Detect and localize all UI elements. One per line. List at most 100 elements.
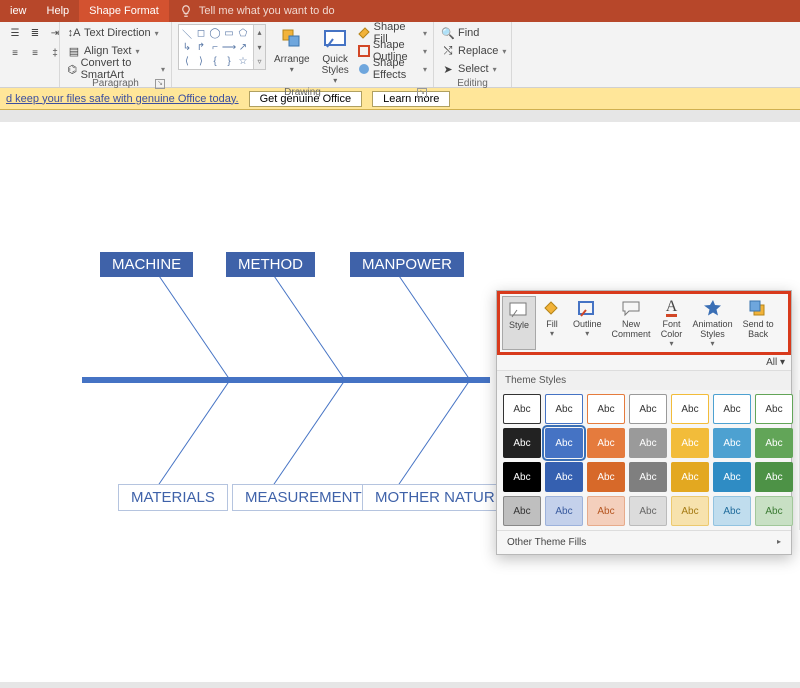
slide[interactable]: MACHINE METHOD MANPOWER MATERIALS MEASUR…	[0, 122, 800, 682]
gallery-scroll[interactable]: ▴▾▿	[253, 25, 265, 69]
theme-swatch[interactable]: Abc	[629, 462, 667, 492]
theme-swatch[interactable]: Abc	[503, 394, 541, 424]
chevron-down-icon: ▾	[155, 29, 159, 38]
dialog-launcher-icon[interactable]: ↘	[417, 88, 427, 98]
theme-swatch[interactable]: Abc	[671, 496, 709, 526]
quick-styles-icon	[322, 26, 348, 52]
theme-swatch[interactable]: Abc	[587, 428, 625, 458]
theme-swatch[interactable]: Abc	[755, 394, 793, 424]
outline-tool[interactable]: Outline▾	[568, 296, 607, 350]
group-paragraph: ↕A Text Direction ▾ ▤ Align Text ▾ ⌬ Con…	[60, 22, 172, 87]
shape-fill-icon	[357, 25, 372, 41]
theme-swatch[interactable]: Abc	[713, 462, 751, 492]
theme-swatch[interactable]: Abc	[503, 496, 541, 526]
align-text-label: Align Text	[84, 45, 132, 57]
bullets-icon[interactable]: ☰	[6, 24, 24, 42]
shape-effects-icon	[357, 61, 371, 77]
lightbulb-icon	[179, 4, 193, 18]
style-tool[interactable]: Style	[502, 296, 536, 350]
replace-button[interactable]: ⤭ Replace▾	[440, 42, 506, 60]
theme-swatch[interactable]: Abc	[713, 428, 751, 458]
theme-swatch[interactable]: Abc	[587, 462, 625, 492]
quick-styles-button[interactable]: Quick Styles ▾	[318, 24, 353, 87]
arrange-icon	[279, 26, 305, 52]
smartart-icon: ⌬	[66, 61, 79, 77]
fill-icon	[541, 298, 563, 318]
search-icon: 🔍	[440, 25, 456, 41]
animation-styles-tool[interactable]: Animation Styles▾	[688, 296, 738, 350]
theme-swatch[interactable]: Abc	[545, 394, 583, 424]
tab-view[interactable]: iew	[0, 0, 37, 22]
all-dropdown[interactable]: All ▾	[497, 355, 791, 371]
label-manpower[interactable]: MANPOWER	[350, 252, 464, 277]
convert-smartart-button[interactable]: ⌬ Convert to SmartArt ▾	[66, 60, 165, 78]
label-mother-nature[interactable]: MOTHER NATURE	[362, 484, 518, 511]
label-method[interactable]: METHOD	[226, 252, 315, 277]
theme-swatch[interactable]: Abc	[629, 428, 667, 458]
other-theme-fills[interactable]: Other Theme Fills▸	[497, 530, 791, 554]
shape-outline-icon	[357, 43, 371, 59]
canvas: MACHINE METHOD MANPOWER MATERIALS MEASUR…	[0, 110, 800, 688]
theme-swatch[interactable]: Abc	[629, 496, 667, 526]
theme-swatch[interactable]: Abc	[671, 394, 709, 424]
dialog-launcher-icon[interactable]: ↘	[155, 79, 165, 89]
theme-swatches: AbcAbcAbcAbcAbcAbcAbcAbcAbcAbcAbcAbcAbcA…	[497, 390, 799, 530]
theme-swatch[interactable]: Abc	[629, 394, 667, 424]
group-label-drawing: Drawing ↘	[178, 87, 427, 100]
theme-swatch[interactable]: Abc	[545, 496, 583, 526]
group-para-icons: ☰ ≣ ⇥ ≡ ≡ ‡	[0, 22, 60, 87]
text-direction-label: Text Direction	[84, 27, 151, 39]
theme-swatch[interactable]: Abc	[671, 428, 709, 458]
theme-swatch[interactable]: Abc	[545, 428, 583, 458]
find-button[interactable]: 🔍 Find	[440, 24, 479, 42]
tell-me[interactable]: Tell me what you want to do	[179, 4, 335, 18]
select-label: Select	[458, 63, 489, 75]
label-machine[interactable]: MACHINE	[100, 252, 193, 277]
cursor-icon: ➤	[440, 61, 456, 77]
chevron-down-icon: ▾	[333, 76, 337, 85]
replace-icon: ⤭	[440, 43, 456, 59]
new-comment-tool[interactable]: New Comment	[607, 296, 656, 350]
quick-styles-label: Quick Styles	[322, 54, 349, 76]
outline-icon	[576, 298, 598, 318]
tab-help[interactable]: Help	[37, 0, 80, 22]
find-label: Find	[458, 27, 479, 39]
shapes-gallery[interactable]: ＼◻◯▭⬠⇨ ↳↱⌐⟶↗↘ ⟨⟩{}☆⎔ ▴▾▿	[178, 24, 266, 70]
theme-swatch[interactable]: Abc	[755, 428, 793, 458]
send-back-tool[interactable]: Send to Back	[738, 296, 779, 350]
text-direction-icon: ↕A	[66, 25, 82, 41]
theme-swatch[interactable]: Abc	[503, 462, 541, 492]
label-materials[interactable]: MATERIALS	[118, 484, 228, 511]
group-editing: 🔍 Find ⤭ Replace▾ ➤ Select▾ Editing	[434, 22, 512, 87]
fill-tool[interactable]: Fill▾	[536, 296, 568, 350]
text-direction-button[interactable]: ↕A Text Direction ▾	[66, 24, 159, 42]
comment-icon	[620, 298, 642, 318]
arrange-label: Arrange	[274, 54, 310, 65]
theme-swatch[interactable]: Abc	[503, 428, 541, 458]
theme-swatch[interactable]: Abc	[713, 496, 751, 526]
theme-swatch[interactable]: Abc	[671, 462, 709, 492]
theme-swatch[interactable]: Abc	[587, 394, 625, 424]
theme-swatch[interactable]: Abc	[713, 394, 751, 424]
title-tabs: iew Help Shape Format Tell me what you w…	[0, 0, 800, 22]
align-center-icon[interactable]: ≡	[26, 44, 44, 62]
font-color-tool[interactable]: A Font Color▾	[656, 296, 688, 350]
style-icon	[508, 299, 530, 319]
shape-context-popup: Style Fill▾ Outline▾ New Comment A Font …	[496, 290, 792, 555]
select-button[interactable]: ➤ Select▾	[440, 60, 497, 78]
tab-shape-format[interactable]: Shape Format	[79, 0, 169, 22]
tell-me-label: Tell me what you want to do	[199, 5, 335, 17]
theme-swatch[interactable]: Abc	[755, 496, 793, 526]
numbering-icon[interactable]: ≣	[26, 24, 44, 42]
chevron-down-icon: ▾	[136, 47, 140, 56]
theme-swatch[interactable]: Abc	[545, 462, 583, 492]
arrange-button[interactable]: Arrange ▾	[270, 24, 314, 76]
send-back-icon	[747, 298, 769, 318]
theme-swatch[interactable]: Abc	[755, 462, 793, 492]
replace-label: Replace	[458, 45, 498, 57]
theme-swatch[interactable]: Abc	[587, 496, 625, 526]
shape-effects-label: Shape Effects	[373, 57, 419, 81]
ribbon: ☰ ≣ ⇥ ≡ ≡ ‡ ↕A Text Direction ▾ ▤ Align …	[0, 22, 800, 88]
align-left-icon[interactable]: ≡	[6, 44, 24, 62]
shape-effects-button[interactable]: Shape Effects▾	[357, 60, 427, 78]
